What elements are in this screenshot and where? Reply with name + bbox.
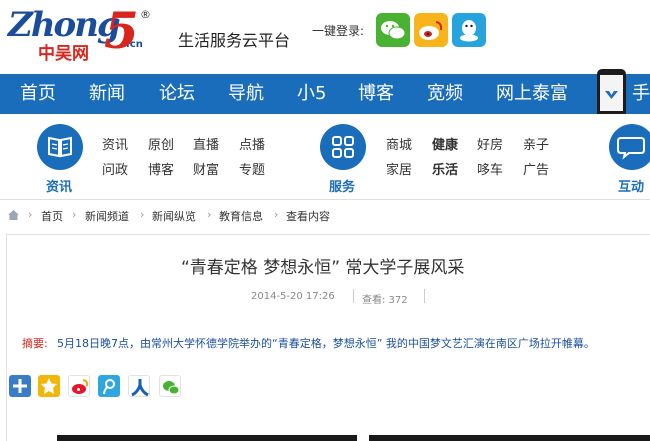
nav-video[interactable]: 宽频 [427,74,463,114]
nav-xiao5[interactable]: 小5 [297,74,326,114]
page: Zhong 5 ® 中吴网 .cn 生活服务云平台 一键登录: 首页 新闻 论坛… [0,0,650,441]
category-link[interactable]: 家居 [386,159,412,178]
app-logo-icon [605,91,618,99]
breadcrumb-item-current: 查看内容 [286,210,330,223]
category-link[interactable]: 好房 [477,134,503,153]
mobile-phone-icon[interactable] [597,69,626,118]
renren-icon [131,379,149,397]
share-renren-button[interactable] [128,375,150,397]
nav-news[interactable]: 新闻 [89,74,125,114]
qq-login-button[interactable] [452,13,486,47]
site-logo[interactable]: Zhong 5 ® 中吴网 .cn [8,1,153,67]
category-title-service[interactable]: 服务 [329,176,355,195]
article-container: “青春定格 梦想永恒” 常大学子展风采 2014-5-20 17:26 查看: … [6,234,650,441]
category-link[interactable]: 乐活 [432,159,458,178]
site-header: Zhong 5 ® 中吴网 .cn 生活服务云平台 一键登录: [0,0,650,73]
main-nav: 首页 新闻 论坛 导航 小5 博客 宽频 网上泰富 手 [0,74,650,114]
home-icon[interactable] [7,209,20,221]
plus-icon [13,379,27,393]
logo-chinese-name: 中吴网 [38,44,89,64]
category-link[interactable]: 原创 [148,134,174,153]
category-link[interactable]: 财富 [193,159,219,178]
meta-divider [353,289,354,303]
breadcrumb-separator: › [72,208,77,221]
qq-icon [460,20,478,42]
nav-mobile[interactable]: 手 [632,74,650,114]
share-qzone-button[interactable] [38,375,60,397]
site-slogan: 生活服务云平台 [178,31,291,50]
article-date: 2014-5-20 17:26 [251,291,335,302]
grid-icon [332,136,354,158]
logo-domain-suffix: .cn [126,39,143,50]
nav-navigation[interactable]: 导航 [228,74,264,114]
breadcrumb-item[interactable]: 教育信息 [219,208,263,224]
breadcrumb-separator: › [274,208,279,221]
weibo-icon [72,379,89,394]
breadcrumb: › 首页 › 新闻频道 › 新闻纵览 › 教育信息 › 查看内容 [0,203,650,227]
article-photo [57,435,357,441]
category-link[interactable]: 健康 [432,134,458,153]
nav-blog[interactable]: 博客 [358,74,394,114]
category-link[interactable]: 直播 [193,134,219,153]
meta-divider [424,289,425,303]
breadcrumb-separator: › [28,208,33,221]
breadcrumb-item[interactable]: 首页 [41,208,63,224]
nav-home[interactable]: 首页 [20,74,56,114]
news-category-button[interactable] [37,124,83,170]
breadcrumb-item[interactable]: 新闻频道 [85,208,129,224]
nav-forum[interactable]: 论坛 [159,74,195,114]
qzone-icon [41,378,57,394]
chat-bubble-icon [617,137,645,160]
breadcrumb-separator: › [207,208,212,221]
category-link[interactable]: 亲子 [523,134,549,153]
interact-category-button[interactable] [609,124,650,170]
share-tencent-weibo-button[interactable] [98,375,120,397]
weibo-login-button[interactable] [414,13,448,47]
summary-label: 摘要: [22,337,48,350]
category-link[interactable]: 点播 [239,134,265,153]
wechat-icon [163,381,180,395]
breadcrumb-separator: › [140,208,145,221]
article-photo [369,435,650,441]
category-link[interactable]: 专题 [239,159,265,178]
category-link[interactable]: 广告 [523,159,549,178]
category-title-interact[interactable]: 互动 [618,176,644,195]
one-click-login-label: 一键登录: [312,24,365,38]
tencent-weibo-icon [103,379,115,395]
logo-number: 5 [104,1,139,60]
wechat-login-button[interactable] [376,13,410,47]
wechat-icon [381,21,406,40]
category-link[interactable]: 问政 [102,159,128,178]
category-link[interactable]: 哆车 [477,159,503,178]
logo-registered-mark: ® [140,8,151,21]
category-panel: 资讯 资讯 原创 直播 点播 问政 博客 财富 专题 服务 商城 健康 好房 亲… [0,114,650,200]
breadcrumb-item[interactable]: 新闻纵览 [152,208,196,224]
nav-wangshang-taifu[interactable]: 网上泰富 [496,74,568,114]
category-link[interactable]: 博客 [148,159,174,178]
book-icon [48,136,72,158]
category-title-news[interactable]: 资讯 [46,176,72,195]
share-wechat-button[interactable] [159,375,181,397]
service-category-button[interactable] [320,124,366,170]
category-link[interactable]: 资讯 [102,134,128,153]
article-view-count: 查看: 372 [362,295,408,306]
article-title: “青春定格 梦想永恒” 常大学子展风采 [181,258,465,278]
share-more-button[interactable] [9,375,31,397]
article-summary: 5月18日晚7点，由常州大学怀德学院举办的“青春定格，梦想永恒” 我的中国梦文艺… [57,337,595,350]
weibo-icon [419,21,443,40]
category-link[interactable]: 商城 [386,134,412,153]
share-weibo-button[interactable] [68,375,90,397]
